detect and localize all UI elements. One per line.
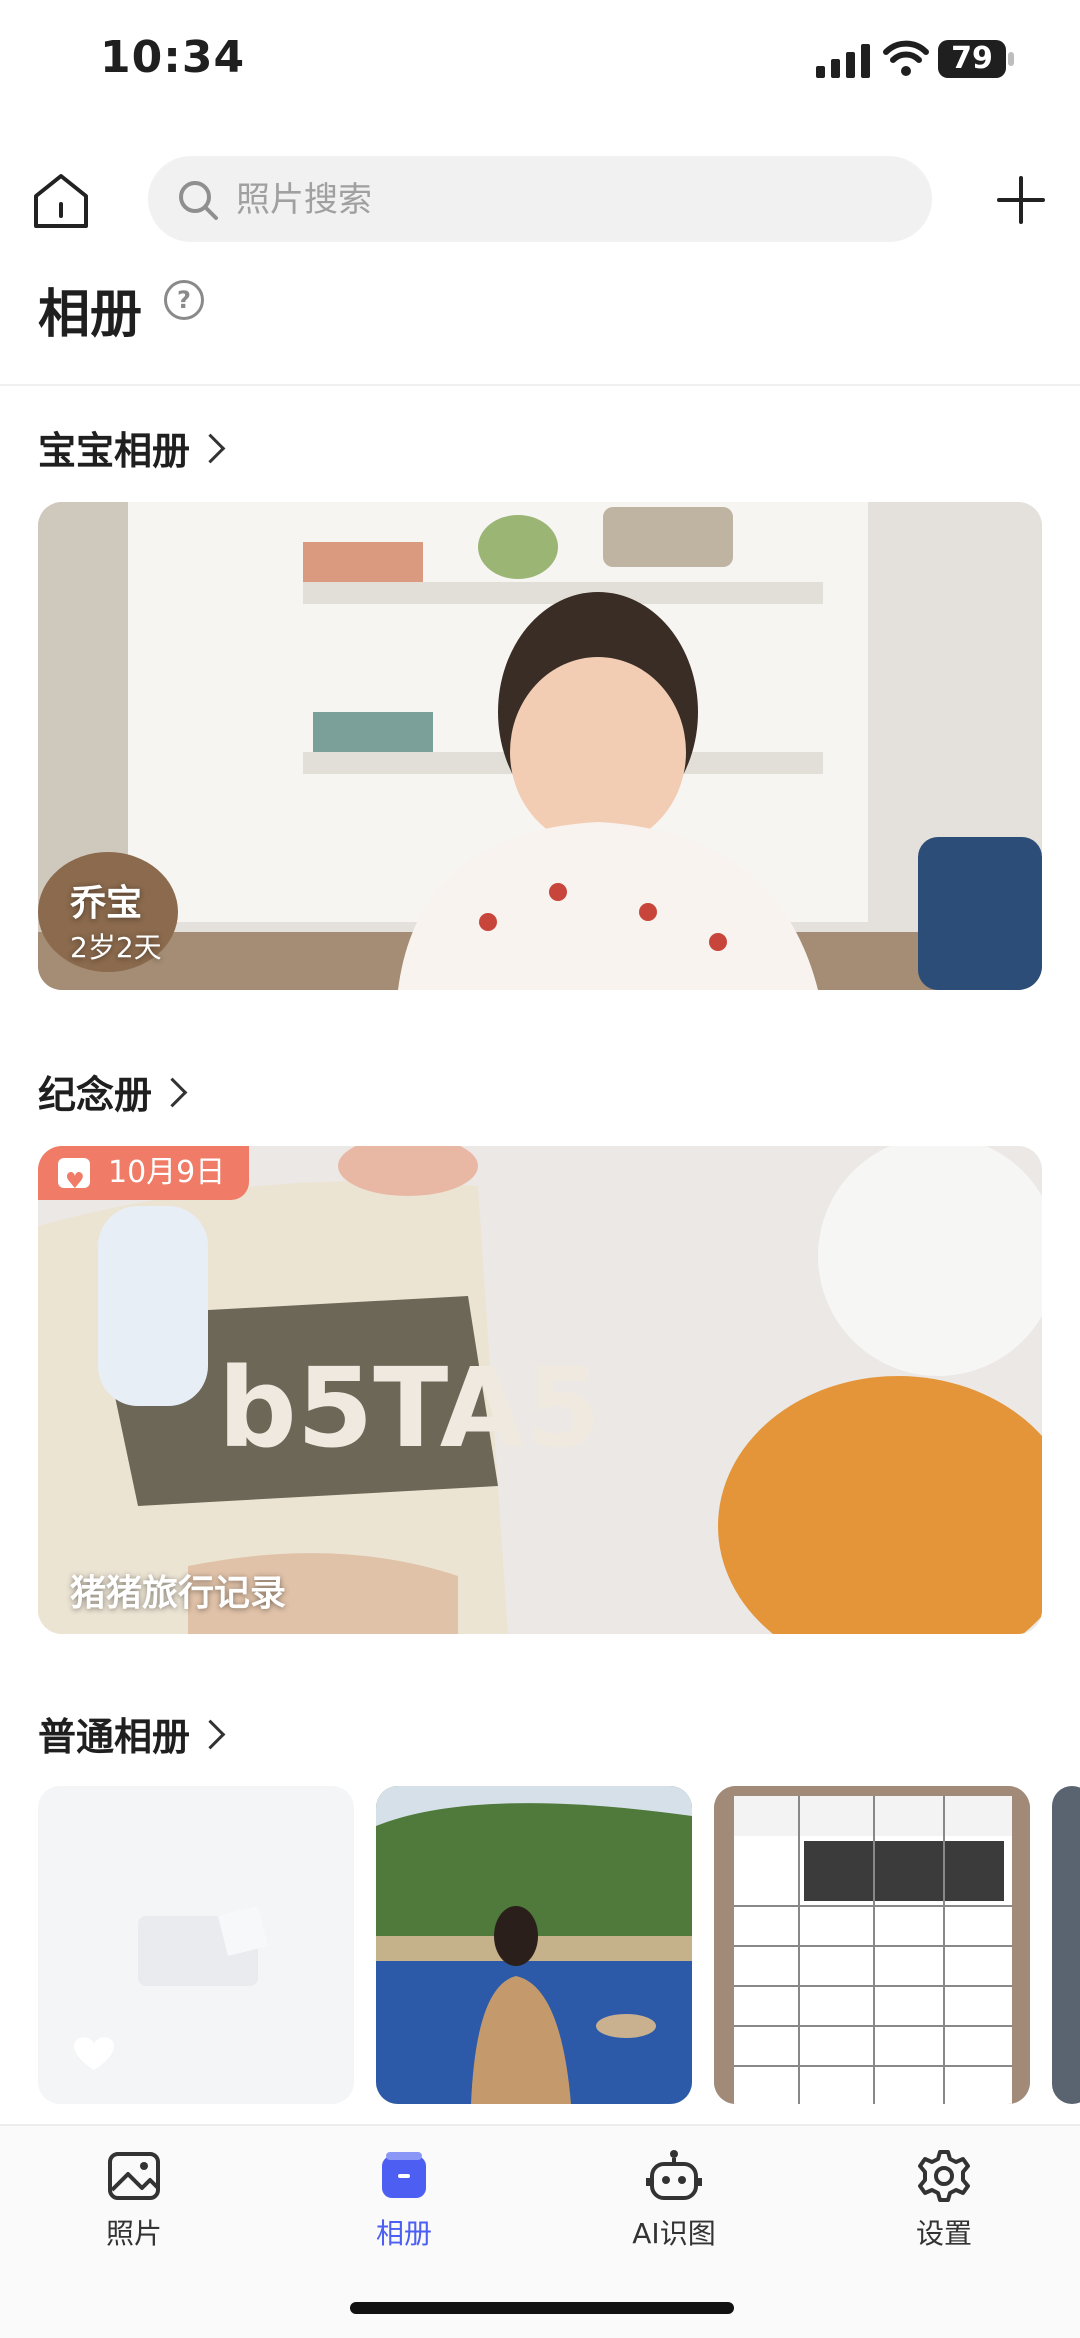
help-icon[interactable]: ?	[164, 280, 204, 320]
album-thumb[interactable]	[38, 1786, 354, 2104]
normal-album-list	[38, 1786, 1080, 2106]
section-title: 宝宝相册	[38, 429, 191, 473]
chevron-right-icon	[157, 1077, 188, 1108]
album-photo	[376, 1786, 692, 2104]
divider	[0, 384, 1080, 386]
home-indicator	[350, 2302, 734, 2314]
chevron-right-icon	[195, 433, 226, 464]
album-photo	[714, 1786, 1030, 2104]
status-time: 10:34	[100, 32, 246, 83]
baby-photo	[38, 502, 1042, 990]
heart-calendar-icon	[58, 1155, 90, 1209]
date-badge: 10月9日	[38, 1146, 250, 1209]
search-input[interactable]	[234, 156, 878, 244]
gear-icon	[918, 2150, 970, 2202]
memory-name: 猪猪旅行记录	[70, 1573, 287, 1614]
section-memory-album[interactable]: 纪念册	[38, 1064, 188, 1119]
tab-label: 相册	[375, 2217, 432, 2250]
signal-icon	[816, 44, 870, 78]
baby-age: 2岁2天	[70, 931, 162, 964]
baby-album-card[interactable]: 乔宝 2岁2天	[38, 502, 1042, 990]
tab-label: AI识图	[632, 2217, 716, 2250]
section-normal-album[interactable]: 普通相册	[38, 1706, 226, 1761]
tab-albums[interactable]: 相册	[304, 2148, 504, 2268]
memory-date: 10月9日	[108, 1155, 226, 1190]
memory-album-card[interactable]: b5TA5 10月9日 猪猪旅行记录	[38, 1146, 1042, 1634]
battery-indicator: 79	[938, 40, 1014, 78]
wifi-icon	[883, 40, 929, 76]
memory-photo: b5TA5	[38, 1146, 1042, 1634]
tab-settings[interactable]: 设置	[844, 2148, 1044, 2268]
search-bar[interactable]	[148, 156, 932, 244]
section-title: 普通相册	[38, 1715, 191, 1759]
tab-ai-recognition[interactable]: AI识图	[574, 2148, 774, 2268]
search-icon	[179, 181, 218, 220]
svg-text:b5TA5: b5TA5	[218, 1344, 601, 1472]
tab-label: 照片	[105, 2217, 162, 2250]
album-thumb[interactable]	[714, 1786, 1030, 2104]
home-icon[interactable]	[30, 170, 92, 232]
section-title: 纪念册	[38, 1073, 153, 1117]
empty-album-illustration	[74, 1906, 268, 2070]
album-thumb[interactable]	[1052, 1786, 1080, 2104]
add-icon[interactable]	[995, 174, 1047, 226]
tab-label: 设置	[915, 2217, 972, 2250]
status-bar: 10:34 79	[0, 0, 1080, 130]
chevron-right-icon	[195, 1719, 226, 1750]
baby-name: 乔宝	[70, 883, 143, 924]
page-title: 相册	[38, 285, 143, 345]
top-bar	[0, 150, 1080, 250]
tab-photos[interactable]: 照片	[34, 2148, 234, 2268]
album-thumb[interactable]	[376, 1786, 692, 2104]
robot-icon	[646, 2150, 702, 2200]
section-baby-album[interactable]: 宝宝相册	[38, 420, 226, 475]
album-icon	[382, 2152, 426, 2198]
photo-icon	[108, 2152, 160, 2200]
